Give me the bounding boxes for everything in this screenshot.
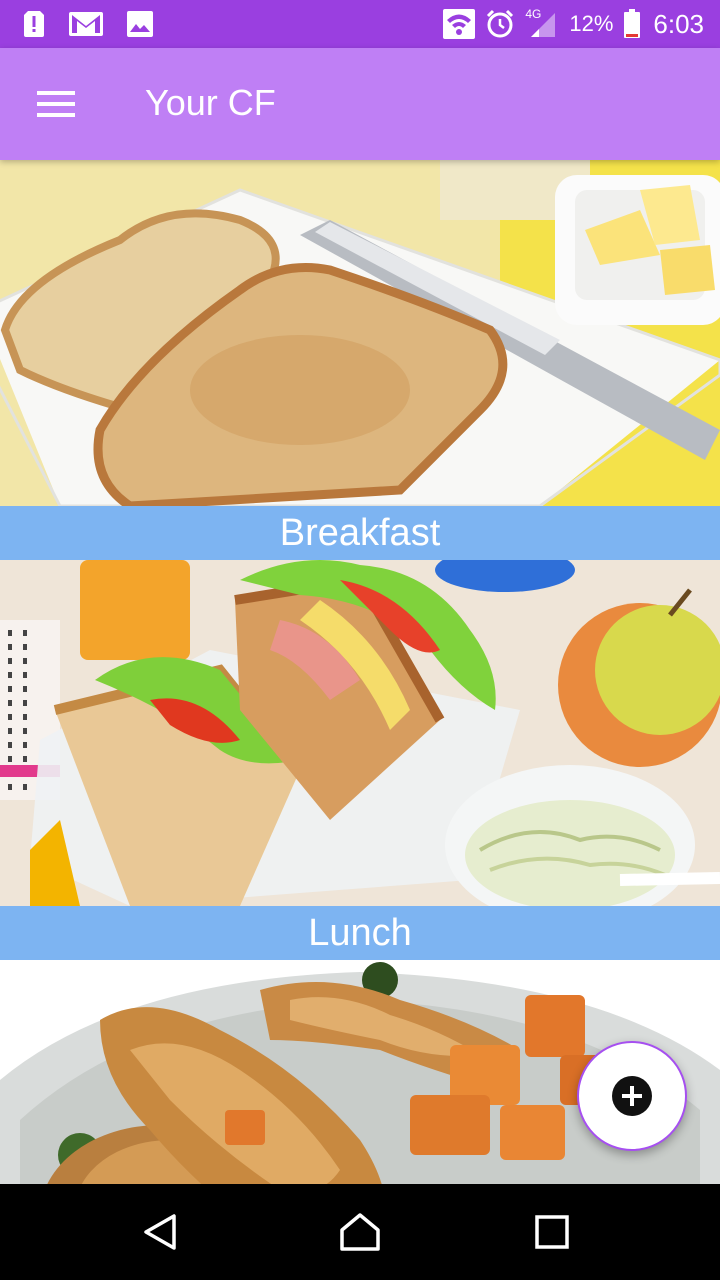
clock: 6:03 — [653, 8, 704, 39]
battery-percent: 12% — [569, 11, 614, 36]
alarm-icon — [487, 9, 514, 38]
meal-label: Breakfast — [279, 511, 441, 554]
home-icon — [340, 1213, 380, 1251]
lunch-illustration — [0, 560, 720, 906]
gallery-icon — [127, 11, 153, 37]
home-button[interactable] — [325, 1202, 395, 1262]
recents-icon — [535, 1215, 569, 1249]
alert-icon — [24, 11, 44, 37]
toast-illustration — [0, 160, 720, 506]
meal-list[interactable]: Breakfast Lunch — [0, 160, 720, 1184]
back-icon — [144, 1214, 176, 1250]
gmail-icon — [69, 12, 103, 36]
meal-caption-lunch[interactable]: Lunch — [0, 906, 720, 960]
meal-caption-breakfast[interactable]: Breakfast — [0, 506, 720, 560]
navigation-bar — [0, 1184, 720, 1280]
hamburger-menu-icon — [37, 91, 75, 117]
system-icons: 4G 12% 6:03 — [443, 6, 704, 42]
wifi-icon — [443, 9, 476, 39]
signal-indicator: 4G — [525, 7, 559, 39]
menu-button[interactable] — [24, 76, 88, 132]
meal-label: Lunch — [308, 911, 412, 954]
back-button[interactable] — [125, 1202, 195, 1262]
add-meal-button[interactable] — [577, 1041, 687, 1151]
meal-card-breakfast[interactable]: Breakfast — [0, 160, 720, 560]
signal-icon — [531, 13, 556, 37]
notification-icons — [22, 9, 154, 39]
battery-icon — [624, 9, 641, 38]
toast-with-butter-photo[interactable] — [0, 160, 720, 506]
status-bar: 4G 12% 6:03 — [0, 0, 720, 48]
add-circle-icon — [612, 1076, 652, 1116]
meal-card-lunch[interactable]: Lunch — [0, 560, 720, 960]
sandwich-lunchbox-photo[interactable] — [0, 560, 720, 906]
app-bar: Your CF — [0, 48, 720, 160]
recents-button[interactable] — [517, 1202, 587, 1262]
app-title: Your CF — [145, 82, 276, 123]
